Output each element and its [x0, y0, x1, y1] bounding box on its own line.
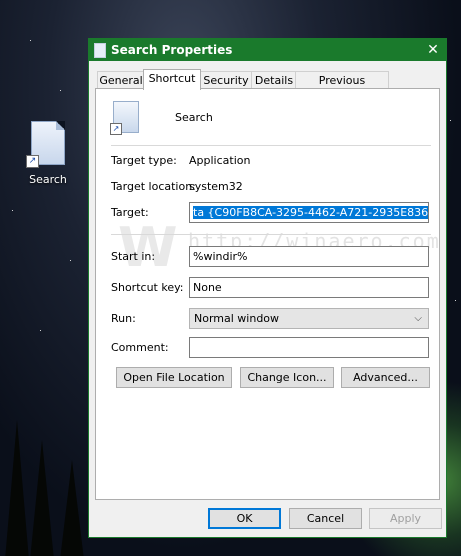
tab-security[interactable]: Security: [199, 71, 253, 89]
star: [450, 120, 451, 121]
tree-silhouette: [5, 420, 29, 556]
dialog-title: Search Properties: [111, 43, 233, 57]
shortcut-tab-panel: W http://winaero.com ↗ Search Target typ…: [95, 88, 440, 500]
run-label: Run:: [111, 312, 136, 325]
shortcut-arrow-icon: ↗: [26, 155, 39, 168]
open-file-location-button[interactable]: Open File Location: [116, 367, 232, 388]
advanced-button[interactable]: Advanced...: [341, 367, 430, 388]
desktop-shortcut-search[interactable]: ↗ Search: [22, 121, 74, 186]
shortcut-file-icon: [94, 43, 106, 58]
target-location-value: system32: [189, 180, 243, 193]
desktop-icon-label: Search: [29, 173, 67, 186]
run-select-value: Normal window: [194, 312, 280, 325]
close-button[interactable]: ✕: [420, 39, 446, 61]
comment-input[interactable]: [189, 337, 429, 358]
tree-silhouette: [60, 460, 84, 556]
star: [60, 90, 61, 91]
divider: [111, 145, 431, 146]
apply-button[interactable]: Apply: [369, 508, 442, 529]
tab-general[interactable]: General: [97, 71, 145, 89]
star: [455, 300, 456, 301]
ok-button[interactable]: OK: [208, 508, 281, 529]
start-in-input[interactable]: %windir%: [189, 246, 429, 267]
start-in-label: Start in:: [111, 250, 156, 263]
star: [70, 260, 71, 261]
star: [40, 330, 41, 331]
change-icon-button[interactable]: Change Icon...: [240, 367, 334, 388]
shortcut-key-label: Shortcut key:: [111, 281, 184, 294]
star: [30, 40, 31, 41]
run-select[interactable]: Normal window ⌵: [189, 308, 429, 329]
target-type-label: Target type:: [111, 154, 177, 167]
target-input[interactable]: ta {C90FB8CA-3295-4462-A721-2935E83694BA…: [189, 202, 429, 223]
tree-silhouette: [30, 440, 54, 556]
target-location-label: Target location:: [111, 180, 196, 193]
properties-dialog: Search Properties ✕ General Shortcut Sec…: [88, 38, 447, 538]
shortcut-arrow-icon: ↗: [110, 123, 122, 135]
tab-shortcut[interactable]: Shortcut: [143, 69, 201, 90]
app-icon: ↗: [110, 101, 139, 135]
target-type-value: Application: [189, 154, 251, 167]
title-bar[interactable]: Search Properties ✕: [89, 39, 446, 61]
target-input-text: ta {C90FB8CA-3295-4462-A721-2935E83694BA…: [193, 206, 428, 219]
tab-details[interactable]: Details: [251, 71, 297, 89]
tab-previous-versions[interactable]: Previous Versions: [295, 71, 389, 104]
file-icon: ↗: [26, 121, 65, 168]
watermark-logo: W: [118, 216, 178, 279]
shortcut-key-input[interactable]: None: [189, 277, 429, 298]
shortcut-name: Search: [175, 111, 213, 124]
star: [12, 210, 13, 211]
target-label: Target:: [111, 206, 149, 219]
comment-label: Comment:: [111, 341, 169, 354]
chevron-down-icon: ⌵: [414, 313, 422, 324]
cancel-button[interactable]: Cancel: [289, 508, 362, 529]
divider: [111, 234, 431, 235]
